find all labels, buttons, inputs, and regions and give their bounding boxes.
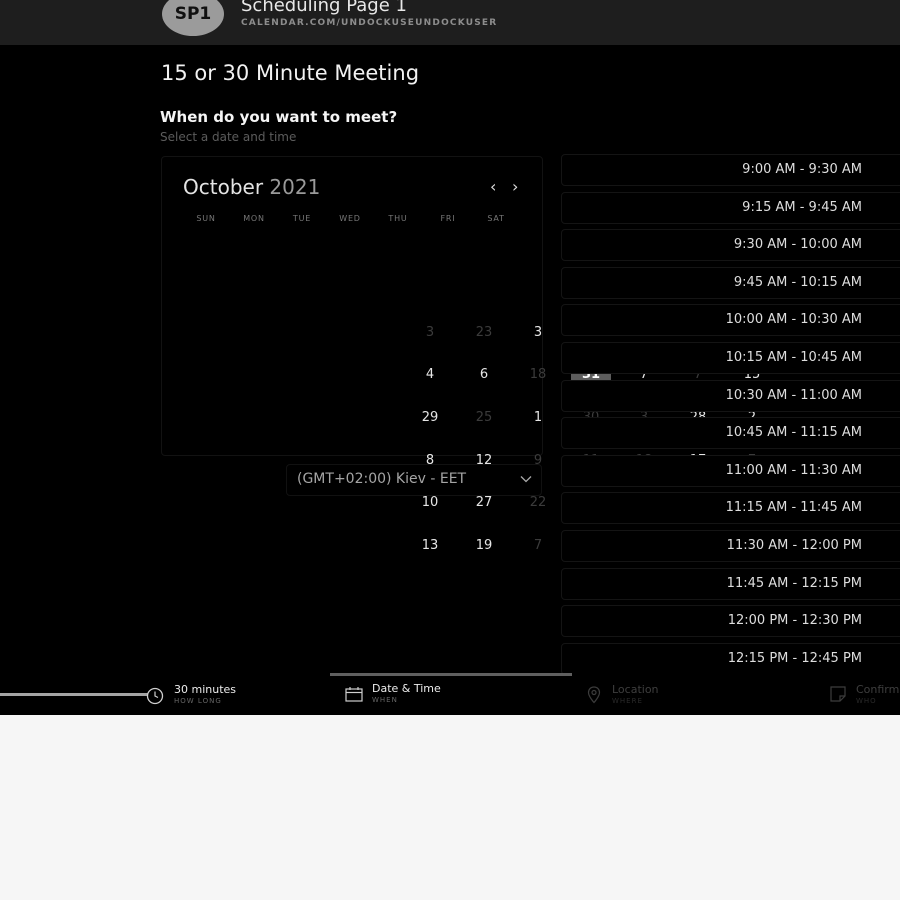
step-confirm-sub: WHO	[856, 697, 877, 705]
calendar-day[interactable]: 1	[518, 403, 558, 433]
time-slot-label: 11:30 AM - 12:00 PM	[726, 538, 862, 553]
calendar-day: 3	[425, 325, 435, 340]
weekday-sat: SAT	[487, 214, 505, 223]
time-slot-label: 11:45 AM - 12:15 PM	[726, 575, 862, 591]
weekday-thu: THU	[388, 214, 408, 223]
step-date-time-title: Date & Time	[372, 682, 441, 695]
avatar: SP1	[162, 0, 224, 36]
time-slot-button[interactable]: 10:15 AM - 10:45 AM	[561, 342, 900, 374]
chevron-left-icon[interactable]: ‹	[490, 177, 496, 196]
calendar-day: 23	[475, 325, 493, 340]
calendar-day[interactable]: 3	[518, 318, 558, 348]
time-slot-label: 12:00 PM - 12:30 PM	[727, 613, 862, 629]
time-slot-label: 11:15 AM - 11:45 AM	[725, 500, 862, 516]
step-date-time-sub: WHEN	[372, 696, 398, 704]
time-slot-button[interactable]: 9:00 AM - 9:30 AM	[561, 154, 900, 186]
date-question: When do you want to meet?	[160, 108, 398, 126]
time-slot-button[interactable]: 10:30 AM - 11:00 AM	[561, 379, 900, 412]
time-slot-button[interactable]: 11:30 AM - 12:00 PM	[561, 530, 900, 562]
note-icon	[830, 686, 846, 702]
chevron-down-icon	[520, 476, 532, 483]
step-location-sub: WHERE	[612, 697, 643, 705]
meeting-title: 15 or 30 Minute Meeting	[161, 61, 420, 85]
top-bar: SP1 Scheduling Page 1 CALENDAR.COM/UNDOC…	[0, 0, 900, 45]
time-slot-label: 9:30 AM - 10:00 AM	[733, 237, 862, 253]
time-slot-button[interactable]: 10:45 AM - 11:15 AM	[561, 417, 900, 450]
step-confirm[interactable]: Confirm WHO	[856, 683, 899, 705]
calendar-year: 2021	[269, 175, 321, 199]
time-slot-button[interactable]: 11:15 AM - 11:45 AM	[561, 492, 900, 525]
time-slot-label: 9:15 AM - 9:45 AM	[742, 199, 862, 215]
calendar-day[interactable]: 29	[410, 403, 450, 433]
weekday-wed: WED	[339, 214, 361, 223]
time-slot-label: 10:30 AM - 11:00 AM	[725, 387, 862, 403]
page-url[interactable]: CALENDAR.COM/UNDOCKUSEUNDOCKUSER	[241, 18, 497, 28]
time-slot-button[interactable]: 9:45 AM - 10:15 AM	[561, 266, 900, 299]
time-slot-button[interactable]: 12:15 PM - 12:45 PM	[561, 642, 900, 675]
timezone-select[interactable]: (GMT+02:00) Kiev - EET	[286, 464, 542, 496]
page-name: Scheduling Page 1	[241, 0, 407, 16]
weekday-tue: TUE	[292, 214, 312, 223]
time-slot-label: 9:45 AM - 10:15 AM	[733, 274, 862, 290]
calendar-month: October	[183, 175, 264, 199]
step-duration-sub: HOW LONG	[174, 697, 222, 705]
time-slot-label: 10:00 AM - 10:30 AM	[725, 312, 862, 328]
time-slot-label: 9:00 AM - 9:30 AM	[742, 162, 862, 177]
time-slot-button[interactable]: 10:00 AM - 10:30 AM	[561, 304, 900, 337]
time-slot-button[interactable]: 9:15 AM - 9:45 AM	[561, 191, 900, 224]
time-slot-label: 10:45 AM - 11:15 AM	[725, 425, 862, 441]
calendar-day: 25	[475, 410, 493, 425]
scheduling-app: SP1 Scheduling Page 1 CALENDAR.COM/UNDOC…	[0, 0, 900, 715]
calendar-day: 7	[533, 538, 543, 553]
time-slot-button[interactable]: 9:30 AM - 10:00 AM	[561, 229, 900, 262]
step-location-title: Location	[612, 683, 659, 696]
time-slot-label: 12:15 PM - 12:45 PM	[727, 650, 862, 666]
timezone-label: (GMT+02:00) Kiev - EET	[297, 471, 467, 487]
active-step-indicator	[330, 673, 572, 676]
progress-steps: 30 minutes HOW LONG Date & Time WHEN Loc…	[0, 673, 900, 715]
weekday-mon: MON	[243, 214, 265, 223]
clock-icon	[146, 687, 164, 705]
weekday-sun: SUN	[196, 214, 216, 223]
chevron-right-icon[interactable]: ›	[512, 177, 518, 196]
step-duration-title: 30 minutes	[174, 683, 237, 696]
calendar-month-title: October 2021	[183, 175, 320, 199]
step-progress-bar	[0, 693, 150, 696]
time-slot-label: 10:15 AM - 10:45 AM	[725, 350, 862, 365]
calendar-day[interactable]: 13	[410, 531, 450, 561]
location-pin-icon	[587, 686, 601, 704]
time-slot-button[interactable]: 12:00 PM - 12:30 PM	[561, 605, 900, 638]
step-location[interactable]: Location WHERE	[612, 683, 659, 705]
calendar-day: 18	[529, 367, 547, 382]
time-slot-button[interactable]: 11:45 AM - 12:15 PM	[561, 567, 900, 600]
calendar-day[interactable]: 4	[410, 360, 450, 390]
date-hint: Select a date and time	[160, 130, 297, 144]
time-slot-label: 11:00 AM - 11:30 AM	[725, 462, 862, 478]
calendar-day[interactable]: 19	[464, 531, 504, 561]
step-duration[interactable]: 30 minutes HOW LONG	[174, 683, 236, 705]
weekday-fri: FRI	[440, 214, 456, 223]
step-date-time[interactable]: Date & Time WHEN	[372, 682, 441, 704]
time-slot-button[interactable]: 11:00 AM - 11:30 AM	[561, 454, 900, 487]
step-confirm-title: Confirm	[856, 683, 900, 696]
calendar-icon	[345, 687, 363, 702]
calendar-day[interactable]: 6	[464, 360, 504, 390]
